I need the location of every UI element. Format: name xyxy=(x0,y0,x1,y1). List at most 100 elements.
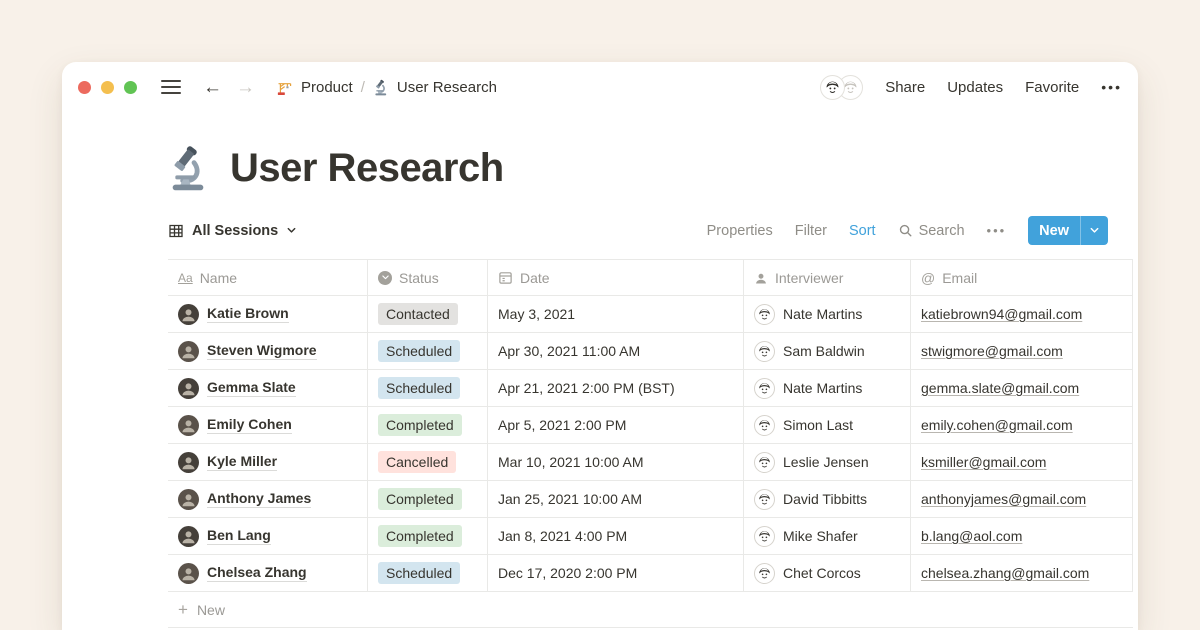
interviewer-cell[interactable]: Nate Martins xyxy=(744,296,911,332)
minimize-window-button[interactable] xyxy=(101,81,114,94)
page-header: User Research xyxy=(166,144,1138,192)
table-row: Emily Cohen Completed Apr 5, 2021 2:00 P… xyxy=(168,406,1133,443)
new-row-button[interactable]: + New xyxy=(168,591,1133,628)
interviewer-cell[interactable]: Sam Baldwin xyxy=(744,333,911,369)
row-interviewer: Sam Baldwin xyxy=(783,343,865,359)
sidebar-toggle-icon[interactable] xyxy=(161,80,181,94)
favorite-button[interactable]: Favorite xyxy=(1025,79,1079,96)
table-row: Ben Lang Completed Jan 8, 2021 4:00 PM M… xyxy=(168,517,1133,554)
row-date: Mar 10, 2021 10:00 AM xyxy=(498,454,644,470)
plus-icon: + xyxy=(178,600,188,620)
new-record-button[interactable]: New xyxy=(1028,216,1108,245)
interviewer-cell[interactable]: Chet Corcos xyxy=(744,555,911,591)
search-button[interactable]: Search xyxy=(898,223,965,239)
date-cell[interactable]: Apr 30, 2021 11:00 AM xyxy=(488,333,744,369)
avatar xyxy=(754,526,775,547)
breadcrumb-item-user-research[interactable]: User Research xyxy=(373,79,497,96)
zoom-window-button[interactable] xyxy=(124,81,137,94)
view-switcher-all-sessions[interactable]: All Sessions xyxy=(168,223,297,239)
share-button[interactable]: Share xyxy=(885,79,925,96)
row-date: Apr 21, 2021 2:00 PM (BST) xyxy=(498,380,675,396)
interviewer-cell[interactable]: Leslie Jensen xyxy=(744,444,911,480)
status-cell[interactable]: Contacted xyxy=(368,296,488,332)
status-cell[interactable]: Completed xyxy=(368,407,488,443)
sessions-table: Aa Name Status Date Interviewer xyxy=(168,259,1133,628)
name-cell[interactable]: Steven Wigmore xyxy=(168,333,368,369)
interviewer-cell[interactable]: Simon Last xyxy=(744,407,911,443)
row-interviewer: Nate Martins xyxy=(783,306,862,322)
crane-icon xyxy=(277,79,294,96)
interviewer-cell[interactable]: Nate Martins xyxy=(744,370,911,406)
name-cell[interactable]: Ben Lang xyxy=(168,518,368,554)
topbar-actions: Share Updates Favorite ••• xyxy=(820,75,1122,100)
row-interviewer: Chet Corcos xyxy=(783,565,861,581)
column-header-email[interactable]: @ Email xyxy=(911,260,1133,295)
email-cell[interactable]: ksmiller@gmail.com xyxy=(911,444,1133,480)
email-cell[interactable]: b.lang@aol.com xyxy=(911,518,1133,554)
email-cell[interactable]: gemma.slate@gmail.com xyxy=(911,370,1133,406)
date-cell[interactable]: Apr 21, 2021 2:00 PM (BST) xyxy=(488,370,744,406)
row-date: May 3, 2021 xyxy=(498,306,575,322)
column-label: Email xyxy=(942,270,977,286)
new-button-label: New xyxy=(1028,216,1080,245)
column-header-interviewer[interactable]: Interviewer xyxy=(744,260,911,295)
interviewer-cell[interactable]: David Tibbitts xyxy=(744,481,911,517)
date-cell[interactable]: Apr 5, 2021 2:00 PM xyxy=(488,407,744,443)
email-cell[interactable]: katiebrown94@gmail.com xyxy=(911,296,1133,332)
email-cell[interactable]: chelsea.zhang@gmail.com xyxy=(911,555,1133,591)
date-cell[interactable]: Mar 10, 2021 10:00 AM xyxy=(488,444,744,480)
date-cell[interactable]: Jan 25, 2021 10:00 AM xyxy=(488,481,744,517)
breadcrumb-label: User Research xyxy=(397,79,497,96)
updates-button[interactable]: Updates xyxy=(947,79,1003,96)
forward-button[interactable]: → xyxy=(236,78,255,97)
status-cell[interactable]: Scheduled xyxy=(368,555,488,591)
avatar xyxy=(178,415,199,436)
date-cell[interactable]: Dec 17, 2020 2:00 PM xyxy=(488,555,744,591)
column-header-status[interactable]: Status xyxy=(368,260,488,295)
date-cell[interactable]: Jan 8, 2021 4:00 PM xyxy=(488,518,744,554)
status-cell[interactable]: Cancelled xyxy=(368,444,488,480)
name-cell[interactable]: Emily Cohen xyxy=(168,407,368,443)
status-badge: Scheduled xyxy=(378,377,460,399)
email-cell[interactable]: emily.cohen@gmail.com xyxy=(911,407,1133,443)
column-label: Status xyxy=(399,270,439,286)
column-label: Date xyxy=(520,270,550,286)
breadcrumb-item-product[interactable]: Product xyxy=(277,79,353,96)
filter-button[interactable]: Filter xyxy=(795,223,827,239)
status-badge: Contacted xyxy=(378,303,458,325)
name-cell[interactable]: Kyle Miller xyxy=(168,444,368,480)
column-header-name[interactable]: Aa Name xyxy=(168,260,368,295)
sort-button[interactable]: Sort xyxy=(849,223,876,239)
date-cell[interactable]: May 3, 2021 xyxy=(488,296,744,332)
email-cell[interactable]: anthonyjames@gmail.com xyxy=(911,481,1133,517)
back-button[interactable]: ← xyxy=(203,78,222,97)
calendar-icon xyxy=(498,270,513,285)
more-options-icon[interactable]: ••• xyxy=(1101,79,1122,95)
status-cell[interactable]: Scheduled xyxy=(368,333,488,369)
email-cell[interactable]: stwigmore@gmail.com xyxy=(911,333,1133,369)
avatar xyxy=(178,378,199,399)
name-cell[interactable]: Anthony James xyxy=(168,481,368,517)
row-name: Katie Brown xyxy=(207,305,289,323)
name-cell[interactable]: Gemma Slate xyxy=(168,370,368,406)
more-options-icon[interactable]: ••• xyxy=(987,223,1007,238)
avatar[interactable] xyxy=(820,75,845,100)
interviewer-cell[interactable]: Mike Shafer xyxy=(744,518,911,554)
avatar xyxy=(178,526,199,547)
name-cell[interactable]: Katie Brown xyxy=(168,296,368,332)
avatar xyxy=(754,563,775,584)
status-cell[interactable]: Completed xyxy=(368,481,488,517)
properties-button[interactable]: Properties xyxy=(707,223,773,239)
column-header-date[interactable]: Date xyxy=(488,260,744,295)
table-row: Chelsea Zhang Scheduled Dec 17, 2020 2:0… xyxy=(168,554,1133,591)
status-cell[interactable]: Completed xyxy=(368,518,488,554)
chevron-down-icon[interactable] xyxy=(1081,216,1108,245)
name-cell[interactable]: Chelsea Zhang xyxy=(168,555,368,591)
row-email: katiebrown94@gmail.com xyxy=(921,306,1082,322)
table-row: Katie Brown Contacted May 3, 2021 Nate M… xyxy=(168,295,1133,332)
status-cell[interactable]: Scheduled xyxy=(368,370,488,406)
table-header-row: Aa Name Status Date Interviewer xyxy=(168,259,1133,295)
avatar xyxy=(754,415,775,436)
close-window-button[interactable] xyxy=(78,81,91,94)
table-row: Anthony James Completed Jan 25, 2021 10:… xyxy=(168,480,1133,517)
